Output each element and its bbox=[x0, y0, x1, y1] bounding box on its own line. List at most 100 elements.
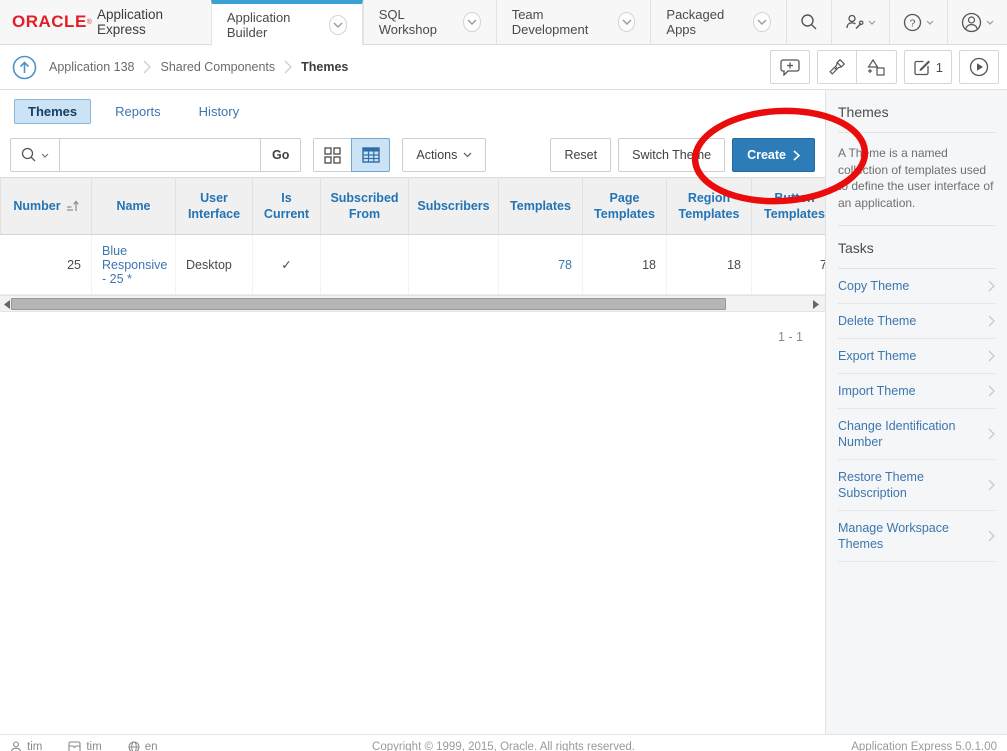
tab-history[interactable]: History bbox=[199, 104, 239, 119]
breadcrumb-shared-components[interactable]: Shared Components bbox=[160, 60, 275, 74]
task-manage-workspace-themes[interactable]: Manage Workspace Themes bbox=[838, 510, 995, 561]
cell-name: Blue Responsive - 25 * bbox=[92, 235, 176, 295]
task-delete-theme[interactable]: Delete Theme bbox=[838, 303, 995, 338]
icon-view-button[interactable] bbox=[313, 138, 352, 172]
task-export-theme[interactable]: Export Theme bbox=[838, 338, 995, 373]
cell-is-current: ✓ bbox=[253, 235, 321, 295]
actions-menu-button[interactable]: Actions bbox=[402, 138, 486, 172]
column-header-button-templates[interactable]: Button Templates bbox=[752, 178, 826, 235]
administration-menu-button[interactable] bbox=[831, 0, 889, 44]
column-header-page-templates[interactable]: Page Templates bbox=[583, 178, 667, 235]
nav-tab-label: SQL Workshop bbox=[379, 7, 455, 37]
themes-table: Number Name User Interface Is Current Su… bbox=[0, 177, 825, 295]
theme-name-link[interactable]: Blue Responsive - 25 * bbox=[102, 244, 167, 286]
chevron-right-icon bbox=[988, 428, 995, 440]
product-name: Application Express bbox=[97, 7, 211, 37]
nav-tab-label: Application Builder bbox=[227, 10, 321, 40]
cell-button-templates: 7 bbox=[752, 235, 826, 295]
chevron-down-icon bbox=[986, 20, 994, 25]
tab-reports[interactable]: Reports bbox=[115, 104, 161, 119]
shapes-icon bbox=[867, 58, 886, 77]
user-account-menu-button[interactable] bbox=[947, 0, 1007, 44]
help-icon: ? bbox=[903, 13, 922, 32]
up-level-icon[interactable] bbox=[12, 55, 37, 80]
tasks-region-title: Tasks bbox=[838, 226, 995, 268]
sort-ascending-icon bbox=[66, 200, 79, 212]
report-view-button[interactable] bbox=[351, 138, 390, 172]
breadcrumb-bar: Application 138 Shared Components Themes bbox=[0, 45, 1007, 90]
column-header-is-current[interactable]: Is Current bbox=[253, 178, 321, 235]
pagination-label: 1 - 1 bbox=[0, 312, 825, 344]
horizontal-scrollbar[interactable] bbox=[0, 295, 825, 312]
breadcrumb-application[interactable]: Application 138 bbox=[49, 60, 134, 74]
switch-theme-button[interactable]: Switch Theme bbox=[618, 138, 725, 172]
column-header-templates[interactable]: Templates bbox=[499, 178, 583, 235]
task-copy-theme[interactable]: Copy Theme bbox=[838, 269, 995, 303]
flashlight-icon bbox=[827, 58, 846, 77]
column-header-subscribed-from[interactable]: Subscribed From bbox=[321, 178, 409, 235]
chevron-down-icon[interactable] bbox=[329, 15, 347, 35]
cell-templates: 78 bbox=[499, 235, 583, 295]
nav-tab-application-builder[interactable]: Application Builder bbox=[211, 0, 363, 45]
spotlight-search-button[interactable] bbox=[817, 50, 857, 84]
column-header-user-interface[interactable]: User Interface bbox=[176, 178, 253, 235]
task-change-identification-number[interactable]: Change Identification Number bbox=[838, 408, 995, 459]
chevron-down-icon[interactable] bbox=[618, 12, 636, 32]
utilities-button-group bbox=[817, 50, 897, 84]
chevron-down-icon[interactable] bbox=[753, 12, 771, 32]
about-region-title: Themes bbox=[838, 90, 995, 132]
templates-count-link[interactable]: 78 bbox=[558, 258, 572, 272]
admin-wrench-user-icon bbox=[845, 13, 864, 31]
grid-view-icon bbox=[324, 147, 341, 164]
utility-nav: ? bbox=[786, 0, 1007, 44]
scroll-right-arrow[interactable] bbox=[811, 299, 821, 309]
search-button[interactable] bbox=[786, 0, 831, 44]
search-input[interactable] bbox=[60, 138, 261, 172]
svg-text:?: ? bbox=[910, 17, 916, 29]
table-header-row: Number Name User Interface Is Current Su… bbox=[1, 178, 826, 235]
nav-tab-label: Team Development bbox=[512, 7, 610, 37]
chevron-down-icon[interactable] bbox=[463, 12, 481, 32]
brand: ORACLE® Application Express bbox=[0, 0, 211, 44]
nav-tab-sql-workshop[interactable]: SQL Workshop bbox=[363, 0, 496, 44]
view-toggle bbox=[313, 138, 390, 172]
tab-themes[interactable]: Themes bbox=[14, 99, 91, 124]
reset-button[interactable]: Reset bbox=[550, 138, 611, 172]
chevron-down-icon bbox=[926, 20, 934, 25]
region-tabs: Themes Reports History bbox=[0, 90, 825, 133]
column-header-subscribers[interactable]: Subscribers bbox=[409, 178, 499, 235]
task-import-theme[interactable]: Import Theme bbox=[838, 373, 995, 408]
chevron-right-icon bbox=[988, 530, 995, 542]
chevron-down-icon bbox=[41, 153, 49, 158]
create-label: Create bbox=[747, 148, 786, 162]
go-button[interactable]: Go bbox=[261, 138, 301, 172]
edit-page-button[interactable]: 1 bbox=[904, 50, 952, 84]
chevron-right-icon bbox=[793, 150, 800, 161]
column-header-region-templates[interactable]: Region Templates bbox=[667, 178, 752, 235]
toolbar-right-buttons: Reset Switch Theme Create bbox=[550, 138, 815, 172]
check-icon: ✓ bbox=[281, 258, 291, 272]
chevron-down-icon bbox=[463, 152, 472, 158]
create-button[interactable]: Create bbox=[732, 138, 815, 172]
search-icon bbox=[800, 13, 818, 31]
chevron-right-icon bbox=[143, 60, 151, 74]
play-icon bbox=[969, 57, 989, 77]
column-header-number[interactable]: Number bbox=[1, 178, 92, 235]
main-content: Themes Reports History Go bbox=[0, 90, 825, 734]
run-application-button[interactable] bbox=[959, 50, 999, 84]
search-column-selector[interactable] bbox=[10, 138, 60, 172]
chevron-right-icon bbox=[988, 479, 995, 491]
nav-tab-team-development[interactable]: Team Development bbox=[496, 0, 651, 44]
chevron-right-icon bbox=[988, 385, 995, 397]
column-header-name[interactable]: Name bbox=[92, 178, 176, 235]
page-action-buttons: 1 bbox=[770, 50, 999, 84]
nav-tab-packaged-apps[interactable]: Packaged Apps bbox=[650, 0, 786, 44]
scrollbar-thumb[interactable] bbox=[11, 298, 726, 310]
registered-mark: ® bbox=[87, 19, 92, 26]
shared-components-button[interactable] bbox=[857, 50, 897, 84]
task-restore-theme-subscription[interactable]: Restore Theme Subscription bbox=[838, 459, 995, 510]
table-view-icon bbox=[362, 147, 380, 163]
feedback-button[interactable] bbox=[770, 50, 810, 84]
help-menu-button[interactable]: ? bbox=[889, 0, 947, 44]
right-sidebar: Themes A Theme is a named collection of … bbox=[825, 90, 1007, 734]
